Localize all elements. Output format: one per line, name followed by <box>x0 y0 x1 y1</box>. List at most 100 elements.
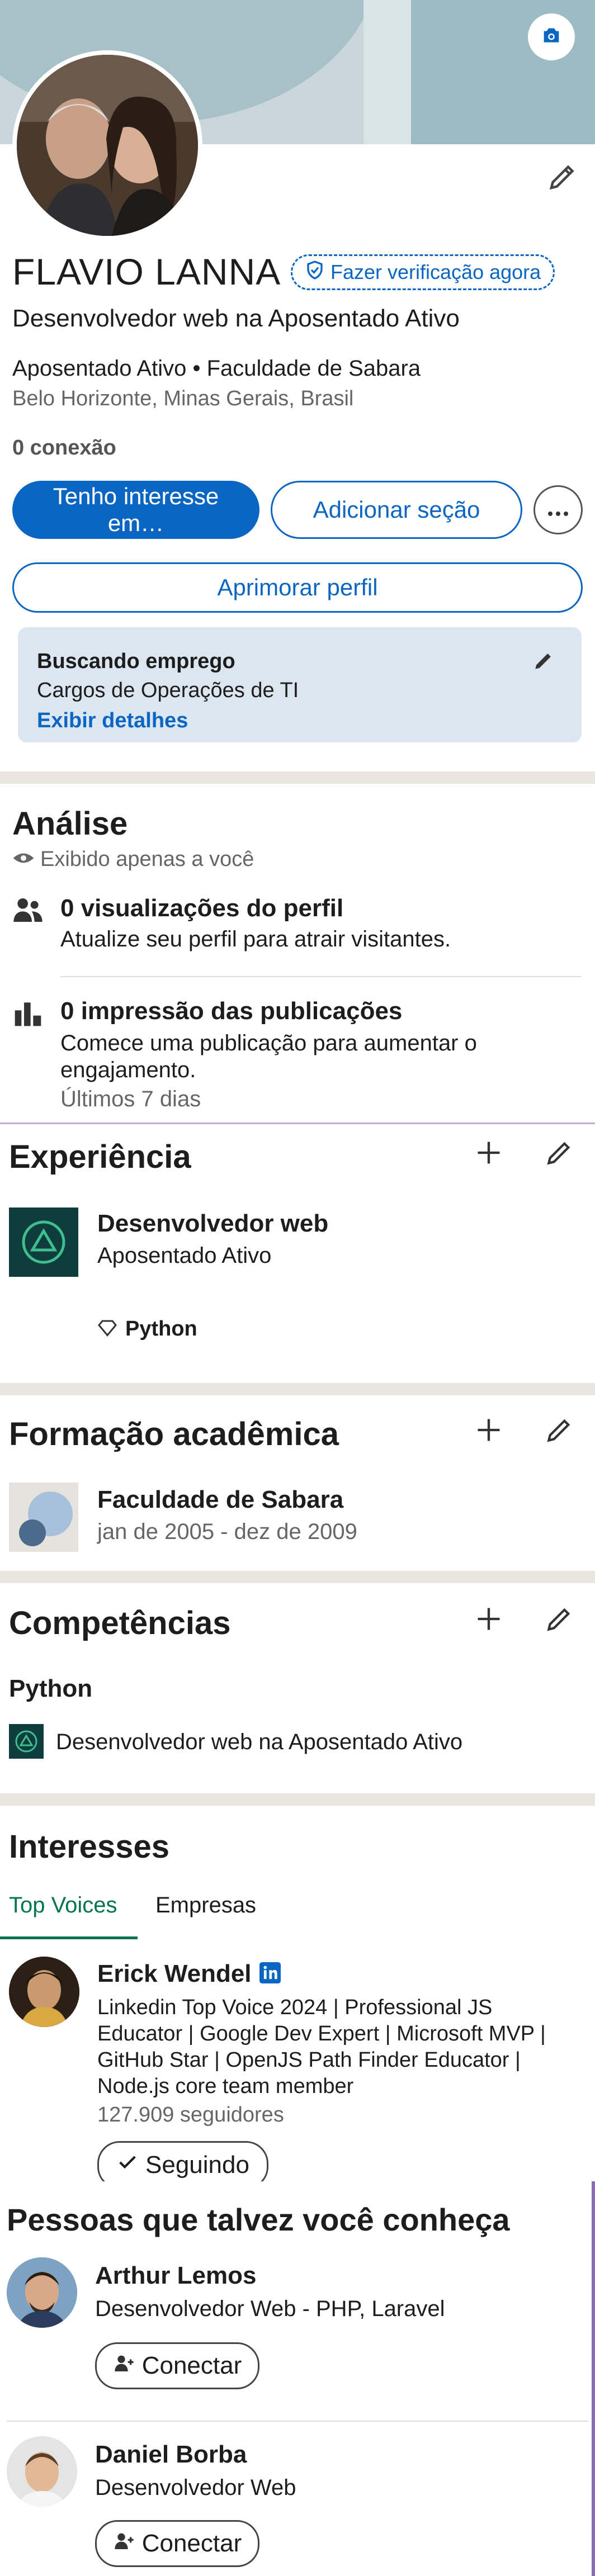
add-person-icon <box>113 2352 135 2380</box>
skill-context: Desenvolvedor web na Aposentado Ativo <box>56 1730 463 1754</box>
open-to-work-roles: Cargos de Operações de TI <box>37 679 299 702</box>
show-details-link[interactable]: Exibir detalhes <box>37 709 188 733</box>
skill-label: Python <box>125 1317 197 1341</box>
company-logo <box>9 1208 78 1277</box>
experience-company: Aposentado Ativo <box>97 1243 272 1268</box>
pymk-title: Pessoas que talvez você conheça <box>7 2202 510 2237</box>
pymk-panel <box>0 2181 595 2576</box>
daniel-name: Daniel Borba <box>95 2441 247 2468</box>
edit-open-to-work-button[interactable] <box>531 648 556 673</box>
experience-skill: Python <box>97 1317 197 1341</box>
following-button[interactable]: Seguindo <box>97 2141 268 2181</box>
daniel-headline: Desenvolvedor Web <box>95 2475 296 2500</box>
connect-button-daniel[interactable]: Conectar <box>95 2520 259 2567</box>
plus-icon <box>474 1138 503 1170</box>
erick-avatar[interactable] <box>9 1957 79 2027</box>
following-button-wrap: Seguindo <box>97 2141 268 2181</box>
experience-role: Desenvolvedor web <box>97 1210 329 1237</box>
profile-views-sub: Atualize seu perfil para atrair visitant… <box>60 927 451 951</box>
tab-companies[interactable]: Empresas <box>155 1893 256 1918</box>
experience-item[interactable]: Desenvolvedor web Aposentado Ativo <box>97 1210 328 1268</box>
edit-education-button[interactable] <box>541 1413 577 1449</box>
impressions-title: 0 impressão das publicações <box>60 997 403 1025</box>
people-icon <box>12 894 44 929</box>
camera-icon <box>540 25 563 50</box>
daniel-avatar[interactable] <box>7 2436 77 2507</box>
erick-name: Erick Wendel <box>97 1960 252 1987</box>
profile-views-title: 0 visualizações do perfil <box>60 894 344 922</box>
linkedin-icon <box>259 1962 281 1986</box>
education-title: Formação acadêmica <box>9 1416 339 1452</box>
plus-icon <box>474 1415 503 1447</box>
add-experience-button[interactable] <box>471 1136 507 1172</box>
profile-views-item[interactable]: 0 visualizações do perfil Atualize seu p… <box>60 894 575 952</box>
skill-name[interactable]: Python <box>9 1675 92 1703</box>
education-item[interactable]: Faculdade de Sabara jan de 2005 - dez de… <box>97 1486 357 1545</box>
edit-skills-button[interactable] <box>541 1602 577 1638</box>
active-tab-indicator <box>0 1936 138 1939</box>
profile-location: Belo Horizonte, Minas Gerais, Brasil <box>12 387 354 410</box>
pencil-icon <box>544 1137 575 1171</box>
profile-headline: Desenvolvedor web na Aposentado Ativo <box>12 305 460 332</box>
profile-name: FLAVIO LANNA <box>12 251 281 292</box>
add-education-button[interactable] <box>471 1413 507 1449</box>
post-impressions-item[interactable]: 0 impressão das publicações Comece uma p… <box>60 997 575 1112</box>
add-section-button[interactable]: Adicionar seção <box>271 481 522 539</box>
tab-top-voices[interactable]: Top Voices <box>9 1893 117 1918</box>
section-divider <box>0 1383 595 1395</box>
separator <box>7 2421 588 2422</box>
shield-check-icon <box>305 260 325 285</box>
section-divider <box>0 771 595 784</box>
edit-cover-button[interactable] <box>528 13 575 60</box>
more-button[interactable] <box>533 485 583 534</box>
visibility-label: Exibido apenas a você <box>40 847 254 871</box>
arthur-headline: Desenvolvedor Web - PHP, Laravel <box>95 2296 445 2321</box>
bar-chart-icon <box>12 997 44 1031</box>
separator <box>60 976 582 977</box>
impressions-period: Últimos 7 dias <box>60 1087 201 1111</box>
pencil-icon <box>544 1414 575 1448</box>
pencil-icon <box>531 654 556 675</box>
add-skill-button[interactable] <box>471 1602 507 1638</box>
connect-button-arthur[interactable]: Conectar <box>95 2342 259 2389</box>
erick-followers: 127.909 seguidores <box>97 2103 284 2127</box>
verify-label: Fazer verificação agora <box>330 261 541 283</box>
education-dates: jan de 2005 - dez de 2009 <box>97 1519 357 1544</box>
open-to-button[interactable]: Tenho interesse em… <box>12 481 259 539</box>
company-logo-small <box>9 1724 44 1759</box>
profile-avatar[interactable] <box>12 50 202 240</box>
edit-intro-button[interactable] <box>546 160 579 193</box>
erick-name-row[interactable]: Erick Wendel <box>97 1960 281 1988</box>
section-divider <box>0 1571 595 1583</box>
erick-bio: Linkedin Top Voice 2024 | Professional J… <box>97 1996 546 2098</box>
connect-label: Conectar <box>141 2530 242 2557</box>
diamond-icon <box>97 1319 117 1339</box>
arthur-name: Arthur Lemos <box>95 2262 257 2289</box>
pymk-person-2[interactable]: Daniel Borba Desenvolvedor Web <box>95 2441 296 2501</box>
arthur-avatar[interactable] <box>7 2257 77 2328</box>
school-logo <box>9 1483 78 1552</box>
pencil-icon <box>544 1603 575 1637</box>
verify-now-button[interactable]: Fazer verificação agora <box>291 254 555 290</box>
school-name: Faculdade de Sabara <box>97 1486 344 1513</box>
analytics-visibility: Exibido apenas a você <box>12 847 254 872</box>
check-icon <box>116 2151 139 2180</box>
edit-experience-button[interactable] <box>541 1136 577 1172</box>
section-divider <box>0 1793 595 1806</box>
pymk-person-1[interactable]: Arthur Lemos Desenvolvedor Web - PHP, La… <box>95 2262 445 2322</box>
open-to-work-title: Buscando emprego <box>37 650 235 673</box>
following-label: Seguindo <box>145 2151 249 2179</box>
profile-org-line: Aposentado Ativo • Faculdade de Sabara <box>12 356 421 381</box>
connections-count[interactable]: 0 conexão <box>12 436 116 460</box>
interests-title: Interesses <box>9 1829 169 1865</box>
skills-title: Competências <box>9 1605 231 1641</box>
section-border <box>0 1123 595 1124</box>
eye-icon <box>12 850 35 869</box>
experience-title: Experiência <box>9 1139 191 1175</box>
panel-edge <box>592 2181 595 2576</box>
analytics-title: Análise <box>12 806 128 842</box>
more-dots-icon <box>547 498 569 523</box>
connect-label: Conectar <box>141 2352 242 2379</box>
pencil-icon <box>546 165 579 196</box>
improve-profile-button[interactable]: Aprimorar perfil <box>12 562 583 613</box>
